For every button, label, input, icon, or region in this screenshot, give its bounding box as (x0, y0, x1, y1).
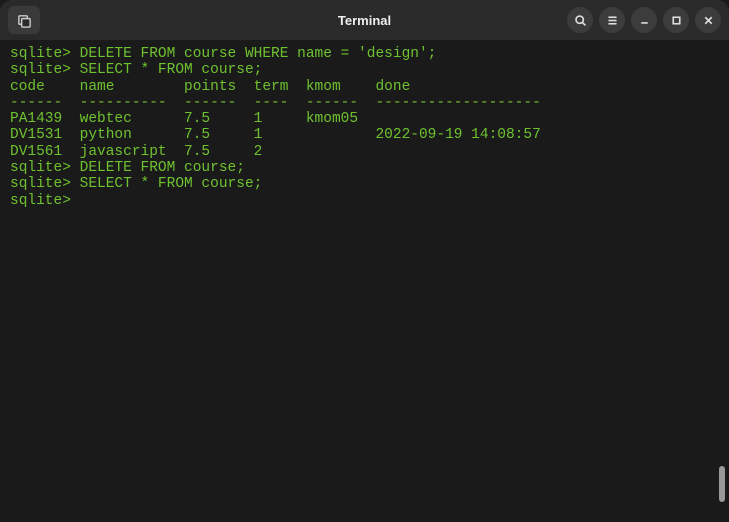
close-icon (702, 14, 715, 27)
titlebar: Terminal (0, 0, 729, 40)
titlebar-right (567, 7, 721, 33)
terminal-line: sqlite> DELETE FROM course; (10, 160, 245, 176)
minimize-icon (638, 14, 651, 27)
terminal-line: sqlite> SELECT * FROM course; (10, 176, 262, 192)
titlebar-left (8, 6, 40, 34)
maximize-button[interactable] (663, 7, 689, 33)
hamburger-icon (606, 14, 619, 27)
terminal-line: sqlite> DELETE FROM course WHERE name = … (10, 46, 436, 62)
minimize-button[interactable] (631, 7, 657, 33)
search-button[interactable] (567, 7, 593, 33)
terminal-line: DV1561 javascript 7.5 2 (10, 144, 262, 160)
window-title: Terminal (338, 13, 391, 28)
close-button[interactable] (695, 7, 721, 33)
search-icon (574, 14, 587, 27)
new-tab-button[interactable] (8, 6, 40, 34)
terminal-line: code name points term kmom done (10, 79, 410, 95)
terminal-line: sqlite> (10, 193, 80, 209)
scrollbar-thumb[interactable] (719, 466, 725, 502)
maximize-icon (670, 14, 683, 27)
menu-button[interactable] (599, 7, 625, 33)
terminal-output[interactable]: sqlite> DELETE FROM course WHERE name = … (0, 40, 729, 215)
terminal-line: DV1531 python 7.5 1 2022-09-19 14:08:57 (10, 127, 541, 143)
terminal-line: PA1439 webtec 7.5 1 kmom05 (10, 111, 358, 127)
terminal-line: sqlite> SELECT * FROM course; (10, 62, 262, 78)
new-tab-icon (17, 13, 32, 28)
terminal-line: ------ ---------- ------ ---- ------ ---… (10, 95, 541, 111)
